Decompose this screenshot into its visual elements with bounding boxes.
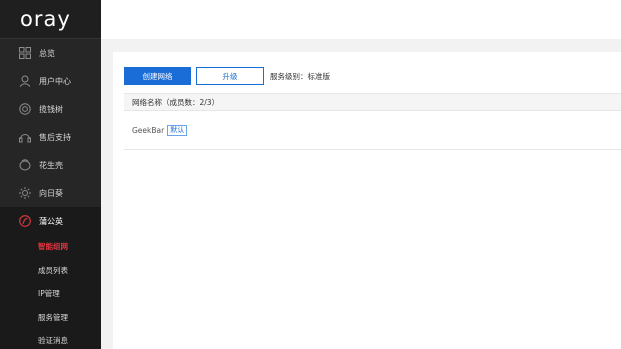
create-network-button[interactable]: 创建网络 — [124, 67, 191, 85]
service-level-text: 服务级别：标准版 — [270, 71, 330, 81]
sidebar-item-overview[interactable]: 总览 — [0, 39, 101, 67]
table-header: 网络名称（成员数：2/3） — [124, 93, 621, 111]
sidebar-item-label: 揽钱树 — [39, 104, 63, 114]
submenu-item-smart-network[interactable]: 智能组网 — [0, 235, 101, 259]
table-row[interactable]: GeekBar 默认 — [124, 112, 621, 150]
sidebar-item-dandelion[interactable]: 蒲公英 — [0, 207, 101, 235]
sidebar-item-support[interactable]: 售后支持 — [0, 123, 101, 151]
top-bar — [101, 0, 621, 39]
sidebar-item-sunflower[interactable]: 向日葵 — [0, 179, 101, 207]
sidebar-item-peanut[interactable]: 花生壳 — [0, 151, 101, 179]
submenu: 智能组网 成员列表 IP管理 服务管理 验证消息 — [0, 235, 101, 349]
network-name[interactable]: GeekBar — [132, 126, 164, 135]
upgrade-button[interactable]: 升级 — [196, 67, 264, 85]
target-icon — [19, 103, 31, 115]
peanut-icon — [19, 159, 31, 171]
sidebar-item-label: 用户中心 — [39, 76, 71, 86]
headset-icon — [19, 131, 31, 143]
sidebar-item-label: 蒲公英 — [39, 216, 63, 226]
submenu-item-ip-management[interactable]: IP管理 — [0, 282, 101, 306]
sidebar-item-label: 花生壳 — [39, 160, 63, 170]
sidebar-item-label: 总览 — [39, 48, 55, 58]
toolbar: 创建网络 升级 服务级别：标准版 — [124, 67, 330, 85]
main-panel: 创建网络 升级 服务级别：标准版 网络名称（成员数：2/3） GeekBar 默… — [113, 52, 621, 349]
submenu-item-member-list[interactable]: 成员列表 — [0, 259, 101, 283]
grid-icon — [19, 47, 31, 59]
default-badge: 默认 — [167, 125, 188, 136]
sidebar: oray 总览 用户中心 揽钱树 售后支持 花生壳 向日葵 蒲公英 智能组网 成… — [0, 0, 101, 349]
sidebar-item-label: 向日葵 — [39, 188, 63, 198]
table-header-label: 网络名称（成员数：2/3） — [132, 97, 220, 107]
logo[interactable]: oray — [0, 0, 101, 39]
dandelion-icon — [19, 215, 31, 227]
sunflower-icon — [19, 187, 31, 199]
logo-text: oray — [20, 7, 71, 31]
user-icon — [19, 75, 31, 87]
submenu-item-service-management[interactable]: 服务管理 — [0, 306, 101, 330]
sidebar-item-label: 售后支持 — [39, 132, 71, 142]
submenu-item-verify-messages[interactable]: 验证消息 — [0, 329, 101, 349]
sidebar-item-user-center[interactable]: 用户中心 — [0, 67, 101, 95]
sidebar-item-lanqianshu[interactable]: 揽钱树 — [0, 95, 101, 123]
